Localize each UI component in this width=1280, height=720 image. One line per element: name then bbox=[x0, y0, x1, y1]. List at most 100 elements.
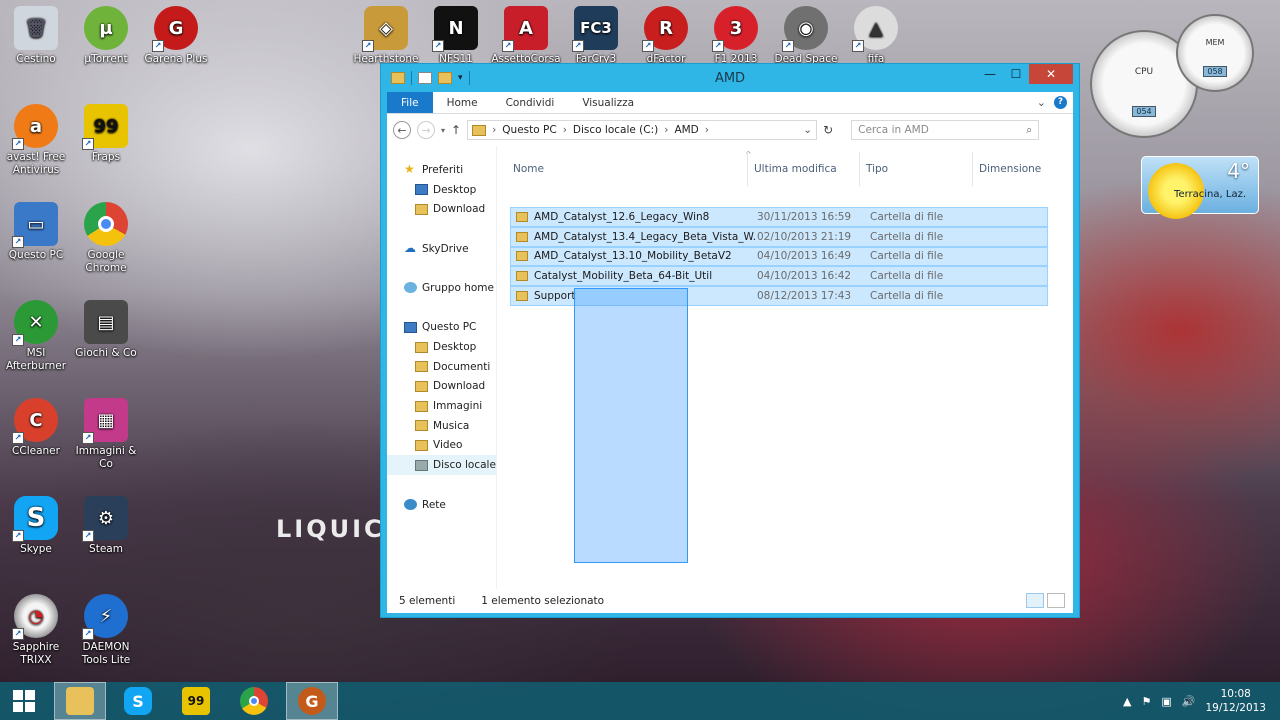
column-name[interactable]: Nome bbox=[507, 152, 747, 186]
desktop-icon-games-folder[interactable]: ▤ Giochi & Co bbox=[70, 300, 142, 360]
taskbar-skype[interactable]: S bbox=[112, 682, 164, 720]
explorer-window: ▾ AMD — ☐ ✕ File Home Condividi Visualiz… bbox=[380, 63, 1080, 618]
refresh-icon[interactable]: ↻ bbox=[823, 123, 833, 137]
folder-icon bbox=[415, 400, 428, 412]
desktop-icon-nfs[interactable]: N ↗ NFS11 bbox=[420, 6, 492, 66]
nav-pc-documents[interactable]: Documenti bbox=[387, 357, 496, 377]
action-center-flag-icon[interactable]: ⚑ bbox=[1141, 695, 1151, 708]
details-view-icon[interactable] bbox=[1026, 593, 1044, 608]
tab-home[interactable]: Home bbox=[433, 92, 492, 113]
nav-pc-download[interactable]: Download bbox=[387, 377, 496, 397]
nav-network[interactable]: Rete bbox=[387, 495, 496, 515]
desktop-icon-dead-space[interactable]: ◉ ↗ Dead Space bbox=[770, 6, 842, 66]
desktop-icon-recycle-bin[interactable]: 🗑 Cestino bbox=[0, 6, 72, 66]
file-modified: 04/10/2013 16:42 bbox=[757, 270, 852, 283]
desktop-icon-utorrent[interactable]: µ µTorrent bbox=[70, 6, 142, 66]
file-modified: 02/10/2013 21:19 bbox=[757, 230, 852, 243]
file-row[interactable]: Catalyst_Mobility_Beta_64-Bit_Util 04/10… bbox=[510, 266, 1048, 287]
nav-this-pc[interactable]: Questo PC bbox=[387, 318, 496, 338]
desktop-icon-chrome[interactable]: Google Chrome bbox=[70, 202, 142, 275]
back-button[interactable]: ← bbox=[393, 121, 411, 139]
tab-share[interactable]: Condividi bbox=[492, 92, 569, 113]
nav-homegroup[interactable]: Gruppo home bbox=[387, 278, 496, 298]
folder-icon bbox=[415, 380, 428, 392]
nfs-icon: N ↗ bbox=[432, 6, 478, 52]
help-icon[interactable]: ? bbox=[1054, 96, 1067, 109]
taskbar-garena[interactable]: G bbox=[286, 682, 338, 720]
search-input[interactable]: Cerca in AMD ⌕ bbox=[851, 120, 1040, 140]
desktop-icon-msi-afterburner[interactable]: ✕ ↗ MSI Afterburner bbox=[0, 300, 72, 373]
show-hidden-icons-icon[interactable]: ▲ bbox=[1123, 695, 1131, 708]
taskbar: S 99 G ▲ ⚑ ▣ 🔊 10:08 19/12/2013 bbox=[0, 682, 1280, 720]
desktop-icon-skype[interactable]: S ↗ Skype bbox=[0, 496, 72, 556]
column-type[interactable]: Tipo bbox=[859, 152, 972, 186]
desktop-icon-images-folder[interactable]: ▦ ↗ Immagini & Co bbox=[70, 398, 142, 471]
desktop-icon-ccleaner[interactable]: C ↗ CCleaner bbox=[0, 398, 72, 458]
desktop-icon-avast[interactable]: a ↗ avast! Free Antivirus bbox=[0, 104, 72, 177]
desktop-icon-garena[interactable]: G ↗ Garena Plus bbox=[140, 6, 212, 66]
minimize-button[interactable]: — bbox=[977, 64, 1003, 84]
nav-pc-pictures[interactable]: Immagini bbox=[387, 396, 496, 416]
games-folder-icon: ▤ bbox=[84, 300, 128, 344]
expand-ribbon-icon[interactable]: ⌄ bbox=[1037, 96, 1046, 109]
status-selected-count: 1 elemento selezionato bbox=[481, 595, 605, 607]
nav-pc-video[interactable]: Video bbox=[387, 436, 496, 456]
clock[interactable]: 10:08 19/12/2013 bbox=[1205, 687, 1266, 715]
file-row[interactable]: AMD_Catalyst_13.10_Mobility_BetaV2 04/10… bbox=[510, 246, 1048, 267]
breadcrumb-local-disk[interactable]: Disco locale (C:) bbox=[573, 124, 658, 136]
desktop-icon-label: Sapphire TRIXX bbox=[12, 641, 60, 666]
desktop-icon-steam[interactable]: ⚙ ↗ Steam bbox=[70, 496, 142, 556]
file-row[interactable]: AMD_Catalyst_13.4_Legacy_Beta_Vista_W...… bbox=[510, 226, 1048, 247]
chevron-down-icon[interactable]: ⌄ bbox=[803, 124, 816, 136]
desktop-icon-sapphire-trixx[interactable]: ◔ ↗ Sapphire TRIXX bbox=[0, 594, 72, 667]
navigation-pane: ★ Preferiti Desktop Download ☁ SkyDrive Gr… bbox=[387, 146, 497, 589]
nav-favorites[interactable]: ★ Preferiti bbox=[387, 160, 496, 180]
taskbar-chrome[interactable] bbox=[228, 682, 280, 720]
nav-pc-desktop[interactable]: Desktop bbox=[387, 337, 496, 357]
file-row[interactable]: AMD_Catalyst_12.6_Legacy_Win8 30/11/2013… bbox=[510, 207, 1048, 227]
column-modified[interactable]: Ultima modifica bbox=[747, 152, 859, 186]
breadcrumb-amd[interactable]: AMD bbox=[674, 124, 698, 136]
file-type: Cartella di file bbox=[870, 290, 944, 303]
desktop-icon-fraps[interactable]: 99 ↗ Fraps bbox=[70, 104, 142, 164]
title-bar[interactable]: ▾ AMD — ☐ ✕ bbox=[387, 64, 1073, 92]
breadcrumb-this-pc[interactable]: Questo PC bbox=[502, 124, 556, 136]
network-icon bbox=[404, 499, 417, 511]
desktop-icon-rfactor[interactable]: R ↗ dFactor bbox=[630, 6, 702, 66]
start-button[interactable] bbox=[0, 682, 48, 720]
column-size[interactable]: Dimensione bbox=[972, 152, 1082, 186]
folder-icon bbox=[516, 271, 528, 282]
taskbar-explorer[interactable] bbox=[54, 682, 106, 720]
chrome-icon bbox=[240, 687, 268, 715]
maximize-button[interactable]: ☐ bbox=[1003, 64, 1029, 84]
volume-icon[interactable]: 🔊 bbox=[1182, 695, 1196, 708]
desktop-icon-label: µTorrent bbox=[84, 53, 128, 65]
desktop-icon-farcry3[interactable]: FC3 ↗ FarCry3 bbox=[560, 6, 632, 66]
nav-pc-music[interactable]: Musica bbox=[387, 416, 496, 436]
desktop-icon-hearthstone[interactable]: ◈ ↗ Hearthstone bbox=[350, 6, 422, 66]
network-status-icon[interactable]: ▣ bbox=[1161, 695, 1171, 708]
desktop-icon-label: Cestino bbox=[16, 53, 56, 65]
up-arrow-icon[interactable]: ↑ bbox=[451, 123, 461, 137]
desktop-icon-fifa[interactable]: ▲ ↗ fifa bbox=[840, 6, 912, 66]
tab-file[interactable]: File bbox=[387, 92, 433, 113]
search-icon[interactable]: ⌕ bbox=[1026, 124, 1032, 137]
nav-skydrive[interactable]: ☁ SkyDrive bbox=[387, 239, 496, 259]
taskbar-fraps[interactable]: 99 bbox=[170, 682, 222, 720]
desktop-icon-this-pc[interactable]: ▭ ↗ Questo PC bbox=[0, 202, 72, 262]
search-placeholder: Cerca in AMD bbox=[858, 124, 929, 136]
tab-view[interactable]: Visualizza bbox=[568, 92, 648, 113]
desktop-icon-daemon-tools[interactable]: ⚡ ↗ DAEMON Tools Lite bbox=[70, 594, 142, 667]
close-button[interactable]: ✕ bbox=[1029, 64, 1073, 84]
desktop-icon-label: CCleaner bbox=[12, 445, 60, 457]
nav-fav-desktop[interactable]: Desktop bbox=[387, 180, 496, 200]
forward-button[interactable]: → bbox=[417, 121, 435, 139]
desktop-icon-assetto-corsa[interactable]: A ↗ AssettoCorsa bbox=[490, 6, 562, 66]
large-icons-view-icon[interactable] bbox=[1047, 593, 1065, 608]
recent-locations-icon[interactable]: ▾ bbox=[441, 126, 445, 135]
desktop-icon-label: Immagini & Co bbox=[75, 445, 137, 470]
breadcrumb[interactable]: › Questo PC › Disco locale (C:) › AMD › … bbox=[467, 120, 818, 140]
nav-fav-download[interactable]: Download bbox=[387, 199, 496, 219]
nav-pc-local-disk[interactable]: Disco locale bbox=[387, 455, 496, 475]
weather-gadget[interactable]: 4° Terracina, Laz. bbox=[1141, 156, 1259, 219]
